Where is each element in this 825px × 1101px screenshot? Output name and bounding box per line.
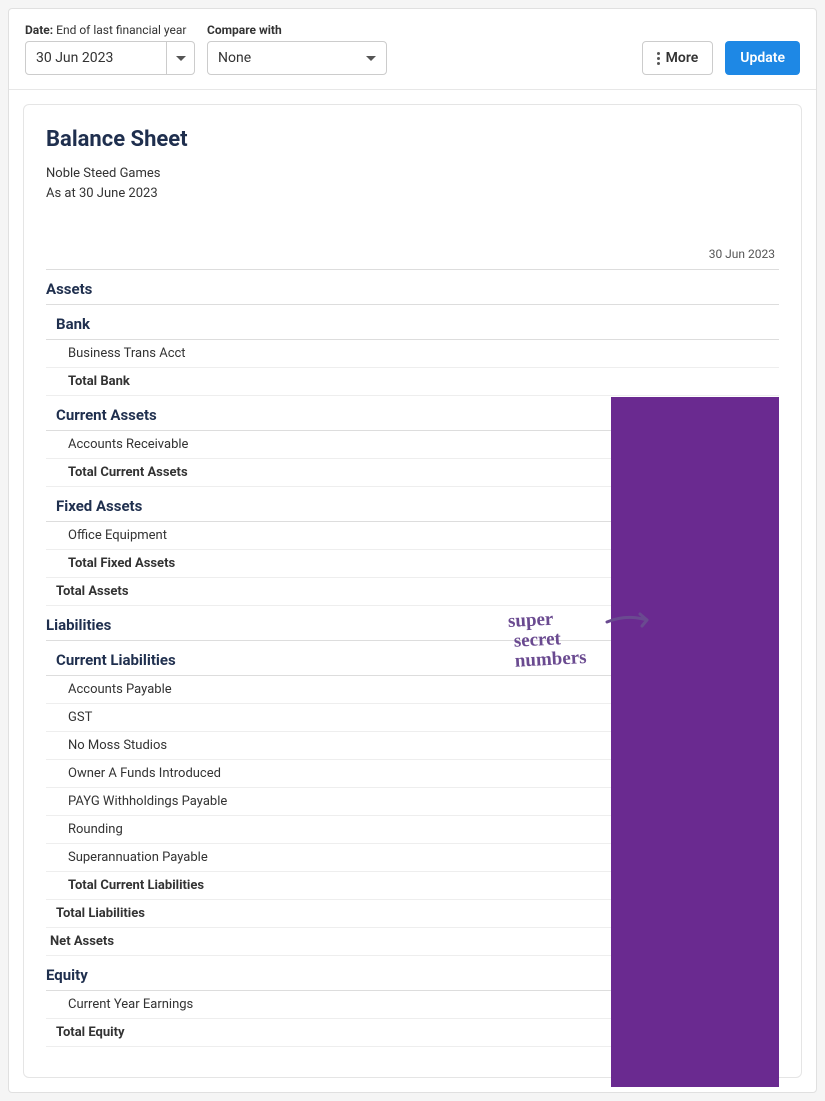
section-assets: Assets — [46, 270, 779, 305]
chevron-down-icon — [366, 56, 376, 61]
date-select-caret[interactable] — [166, 42, 194, 74]
report-card: Balance Sheet Noble Steed Games As at 30… — [23, 104, 802, 1078]
more-button[interactable]: More — [642, 41, 714, 75]
chevron-down-icon — [176, 56, 186, 61]
report-company: Noble Steed Games — [46, 164, 779, 184]
total-bank: Total Bank — [46, 368, 779, 396]
column-header-date: 30 Jun 2023 — [46, 239, 779, 270]
report-wrap: Balance Sheet Noble Steed Games As at 30… — [9, 90, 816, 1092]
report-title: Balance Sheet — [46, 127, 779, 152]
annotation-arrow-icon — [602, 610, 652, 630]
compare-select[interactable]: None — [207, 41, 387, 75]
section-bank: Bank — [46, 305, 779, 340]
more-icon — [657, 52, 660, 65]
update-button[interactable]: Update — [725, 41, 800, 75]
date-field-group: Date: End of last financial year 30 Jun … — [25, 23, 195, 75]
date-select[interactable]: 30 Jun 2023 — [25, 41, 195, 75]
compare-field-group: Compare with None — [207, 23, 387, 75]
line-business-trans[interactable]: Business Trans Acct — [46, 340, 779, 368]
compare-select-value: None — [218, 50, 251, 66]
annotation-text: super secret numbers — [507, 608, 587, 672]
compare-label: Compare with — [207, 23, 387, 37]
report-asat: As at 30 June 2023 — [46, 184, 779, 204]
toolbar: Date: End of last financial year 30 Jun … — [9, 9, 816, 90]
redaction-block — [611, 397, 779, 1087]
date-select-value: 30 Jun 2023 — [26, 42, 166, 74]
report-page: Date: End of last financial year 30 Jun … — [8, 8, 817, 1093]
date-label: Date: End of last financial year — [25, 23, 195, 37]
